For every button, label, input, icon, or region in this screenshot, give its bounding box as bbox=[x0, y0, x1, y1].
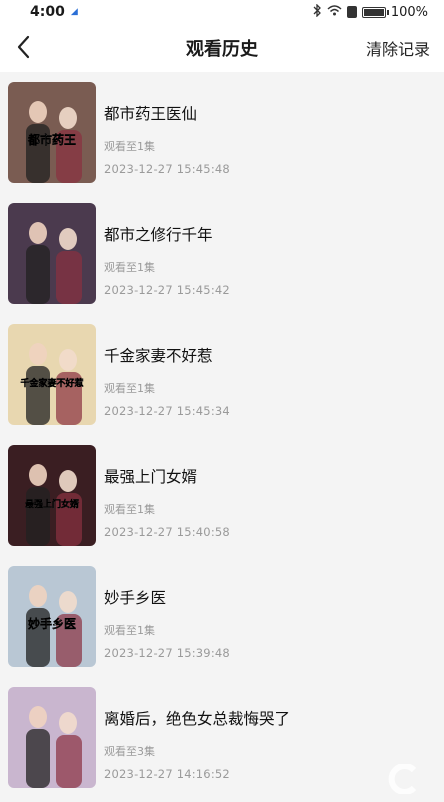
back-button[interactable] bbox=[12, 34, 38, 60]
history-item[interactable]: 妙手乡医妙手乡医观看至1集2023-12-27 15:39:48 bbox=[0, 560, 444, 681]
history-item-progress: 观看至1集 bbox=[104, 622, 230, 638]
history-item-timestamp: 2023-12-27 15:39:48 bbox=[104, 646, 230, 660]
history-item-timestamp: 2023-12-27 15:45:48 bbox=[104, 162, 230, 176]
watermark-logo bbox=[384, 764, 424, 794]
history-item-title[interactable]: 离婚后，绝色女总裁悔哭了 bbox=[104, 707, 290, 729]
poster-image[interactable]: 都市药王 bbox=[8, 82, 96, 183]
bluetooth-icon bbox=[313, 4, 322, 20]
history-item-info: 都市之修行千年观看至1集 2023-12-27 15:45:42 bbox=[104, 203, 230, 297]
history-item[interactable]: 千金家妻不好惹千金家妻不好惹观看至1集2023-12-27 15:45:34 bbox=[0, 318, 444, 439]
history-item-title[interactable]: 妙手乡医 bbox=[104, 586, 230, 608]
history-item-progress: 观看至3集 bbox=[104, 743, 290, 759]
history-item-info: 都市药王医仙观看至1集 2023-12-27 15:45:48 bbox=[104, 82, 230, 176]
poster-image[interactable] bbox=[8, 687, 96, 788]
poster-title-text: 妙手乡医 bbox=[28, 616, 76, 631]
history-item-title[interactable]: 千金家妻不好惹 bbox=[104, 344, 230, 366]
history-item-title[interactable]: 都市药王医仙 bbox=[104, 102, 230, 124]
poster-image[interactable]: 千金家妻不好惹 bbox=[8, 324, 96, 425]
status-bar: 4:00 ◢ 100% bbox=[0, 0, 444, 24]
history-item-progress: 观看至1集 bbox=[104, 259, 230, 275]
history-item-info: 最强上门女婿观看至1集 2023-12-27 15:40:58 bbox=[104, 445, 230, 539]
poster-title-text: 都市药王 bbox=[27, 132, 76, 147]
poster-title-text: 最强上门女婿 bbox=[25, 498, 80, 510]
history-item-timestamp: 2023-12-27 15:45:42 bbox=[104, 283, 230, 297]
nav-bar: 观看历史 清除记录 bbox=[0, 24, 444, 72]
history-item-timestamp: 2023-12-27 14:16:52 bbox=[104, 767, 290, 781]
chevron-left-icon bbox=[12, 34, 38, 60]
wifi-icon bbox=[327, 5, 342, 19]
status-time-text: 4:00 bbox=[30, 4, 65, 20]
poster-title-text: 千金家妻不好惹 bbox=[20, 377, 83, 389]
history-list: 都市药王 都市药王医仙观看至1集 2023-12-27 15:45:48 都市之修行千… bbox=[0, 76, 444, 802]
history-item[interactable]: 都市药王 都市药王医仙观看至1集 2023-12-27 15:45:48 bbox=[0, 76, 444, 197]
status-time: 4:00 ◢ bbox=[30, 4, 78, 20]
status-icons: 100% bbox=[313, 4, 428, 20]
history-item-progress: 观看至1集 bbox=[104, 501, 230, 517]
battery-icon bbox=[362, 7, 386, 18]
history-item-timestamp: 2023-12-27 15:40:58 bbox=[104, 525, 230, 539]
history-item-info: 离婚后，绝色女总裁悔哭了观看至3集 2023-12-27 14:16:52 bbox=[104, 687, 290, 781]
poster-image[interactable]: 妙手乡医 bbox=[8, 566, 96, 667]
battery-percent: 100% bbox=[391, 5, 428, 20]
history-item[interactable]: 最强上门女婿最强上门女婿观看至1集2023-12-27 15:40:58 bbox=[0, 439, 444, 560]
history-item[interactable]: 都市之修行千年观看至1集 2023-12-27 15:45:42 bbox=[0, 197, 444, 318]
history-item-progress: 观看至1集 bbox=[104, 380, 230, 396]
history-item-title[interactable]: 最强上门女婿 bbox=[104, 465, 230, 487]
history-item-progress: 观看至1集 bbox=[104, 138, 230, 154]
poster-image[interactable]: 最强上门女婿 bbox=[8, 445, 96, 546]
clear-history-button[interactable]: 清除记录 bbox=[366, 36, 430, 60]
history-item-info: 妙手乡医观看至1集 2023-12-27 15:39:48 bbox=[104, 566, 230, 660]
poster-image[interactable] bbox=[8, 203, 96, 304]
history-item-title[interactable]: 都市之修行千年 bbox=[104, 223, 230, 245]
location-icon: ◢ bbox=[71, 7, 78, 17]
history-item[interactable]: 离婚后，绝色女总裁悔哭了观看至3集 2023-12-27 14:16:52 bbox=[0, 681, 444, 802]
history-item-timestamp: 2023-12-27 15:45:34 bbox=[104, 404, 230, 418]
history-item-info: 千金家妻不好惹观看至1集 2023-12-27 15:45:34 bbox=[104, 324, 230, 418]
sim-icon bbox=[347, 6, 357, 18]
